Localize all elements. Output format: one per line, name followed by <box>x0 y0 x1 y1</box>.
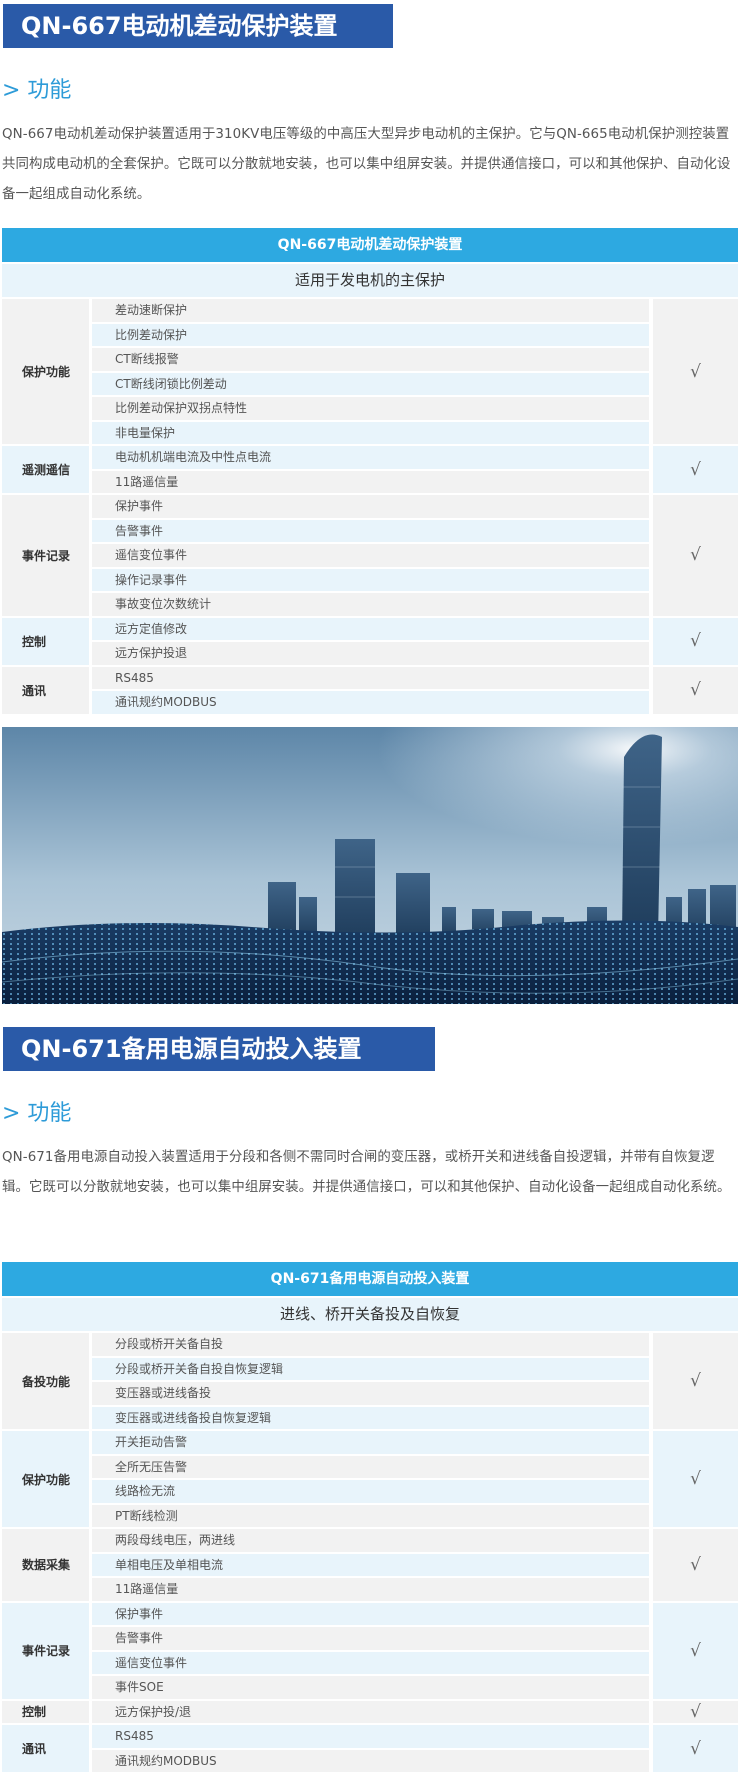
check-mark-icon: √ <box>653 299 738 444</box>
group-category: 事件记录 <box>2 495 89 616</box>
section2-function-heading: > 功能 <box>2 1101 72 1126</box>
group-item: 分段或桥开关备自投自恢复逻辑 <box>92 1357 649 1380</box>
check-mark-icon: √ <box>653 1529 738 1601</box>
group-item: 变压器或进线备投自恢复逻辑 <box>92 1406 649 1429</box>
section1-intro: QN-667电动机差动保护装置适用于310KV电压等级的中高压大型异步电动机的主… <box>2 127 731 202</box>
group-category: 通讯 <box>2 1725 89 1772</box>
table-group: 事件记录 保护事件 告警事件 遥信变位事件 操作记录事件 事故变位次数统计 √ <box>2 495 738 616</box>
section2-intro: QN-671备用电源自动投入装置适用于分段和各侧不需同时合闸的变压器，或桥开关和… <box>2 1150 731 1195</box>
group-item: 告警事件 <box>92 519 649 542</box>
city-skyline-illustration <box>2 727 738 1004</box>
check-mark-icon: √ <box>653 1333 738 1429</box>
section1-title-banner: QN-667电动机差动保护装置 <box>3 4 393 48</box>
group-category: 遥测遥信 <box>2 446 89 493</box>
table-group: 备投功能 分段或桥开关备自投 分段或桥开关备自投自恢复逻辑 变压器或进线备投 变… <box>2 1333 738 1429</box>
group-category: 保护功能 <box>2 1431 89 1527</box>
group-item: 电动机机端电流及中性点电流 <box>92 446 649 469</box>
group-item: 保护事件 <box>92 495 649 518</box>
group-item: 远方定值修改 <box>92 617 649 640</box>
group-item: 11路遥信量 <box>92 470 649 493</box>
section1-spec-table: QN-667电动机差动保护装置 适用于发电机的主保护 保护功能 差动速断保护 比… <box>2 228 738 714</box>
group-item: 远方保护投退 <box>92 642 649 665</box>
group-item: 通讯规约MODBUS <box>92 691 649 714</box>
group-category: 保护功能 <box>2 299 89 444</box>
group-category: 数据采集 <box>2 1529 89 1601</box>
check-mark-icon: √ <box>653 1431 738 1527</box>
group-item: 比例差动保护双拐点特性 <box>92 397 649 420</box>
table-subheader: 进线、桥开关备投及自恢复 <box>2 1298 738 1331</box>
city-skyline-image <box>2 727 738 1004</box>
check-mark-icon: √ <box>653 1700 738 1723</box>
table-group: 事件记录 保护事件 告警事件 遥信变位事件 事件SOE √ <box>2 1602 738 1699</box>
table-group: 保护功能 差动速断保护 比例差动保护 CT断线报警 CT断线闭锁比例差动 比例差… <box>2 299 738 444</box>
group-item: 开关拒动告警 <box>92 1431 649 1454</box>
table-group: 通讯 RS485 通讯规约MODBUS √ <box>2 1725 738 1772</box>
group-item: 事故变位次数统计 <box>92 593 649 616</box>
group-item: 分段或桥开关备自投 <box>92 1333 649 1356</box>
group-item: CT断线闭锁比例差动 <box>92 372 649 395</box>
group-item: 告警事件 <box>92 1627 649 1650</box>
group-item: 操作记录事件 <box>92 568 649 591</box>
section2-spec-table: QN-671备用电源自动投入装置 进线、桥开关备投及自恢复 备投功能 分段或桥开… <box>2 1262 738 1772</box>
group-item: 遥信变位事件 <box>92 1651 649 1674</box>
group-item: 线路检无流 <box>92 1480 649 1503</box>
table-group: 保护功能 开关拒动告警 全所无压告警 线路检无流 PT断线检测 √ <box>2 1431 738 1527</box>
group-category: 通讯 <box>2 666 89 714</box>
group-item: 保护事件 <box>92 1602 649 1625</box>
check-mark-icon: √ <box>653 1725 738 1772</box>
group-item: 比例差动保护 <box>92 323 649 346</box>
table-header: QN-667电动机差动保护装置 <box>2 228 738 262</box>
group-item: 差动速断保护 <box>92 299 649 322</box>
group-item: 通讯规约MODBUS <box>92 1749 649 1772</box>
group-item: RS485 <box>92 666 649 689</box>
table-group: 数据采集 两段母线电压，两进线 单相电压及单相电流 11路遥信量 √ <box>2 1529 738 1601</box>
group-item: 非电量保护 <box>92 421 649 444</box>
group-item: RS485 <box>92 1725 649 1748</box>
group-item: 事件SOE <box>92 1676 649 1699</box>
group-item: PT断线检测 <box>92 1504 649 1527</box>
section2-title-banner: QN-671备用电源自动投入装置 <box>3 1027 435 1071</box>
table-subheader: 适用于发电机的主保护 <box>2 264 738 297</box>
group-item: 遥信变位事件 <box>92 544 649 567</box>
check-mark-icon: √ <box>653 1602 738 1699</box>
group-item: 远方保护投/退 <box>92 1700 649 1723</box>
group-item: 全所无压告警 <box>92 1455 649 1478</box>
table-group: 遥测遥信 电动机机端电流及中性点电流 11路遥信量 √ <box>2 446 738 493</box>
group-category: 控制 <box>2 617 89 665</box>
check-mark-icon: √ <box>653 666 738 714</box>
group-category: 事件记录 <box>2 1602 89 1699</box>
table-group: 控制 远方保护投/退 √ <box>2 1700 738 1723</box>
check-mark-icon: √ <box>653 446 738 493</box>
group-item: 两段母线电压，两进线 <box>92 1529 649 1552</box>
group-item: 单相电压及单相电流 <box>92 1553 649 1576</box>
group-item: 11路遥信量 <box>92 1578 649 1601</box>
table-header: QN-671备用电源自动投入装置 <box>2 1262 738 1296</box>
section1-function-heading: > 功能 <box>2 78 72 103</box>
group-category: 控制 <box>2 1700 89 1723</box>
check-mark-icon: √ <box>653 495 738 616</box>
group-category: 备投功能 <box>2 1333 89 1429</box>
group-item: CT断线报警 <box>92 348 649 371</box>
table-group: 控制 远方定值修改 远方保护投退 √ <box>2 617 738 665</box>
group-item: 变压器或进线备投 <box>92 1382 649 1405</box>
check-mark-icon: √ <box>653 617 738 665</box>
table-group: 通讯 RS485 通讯规约MODBUS √ <box>2 666 738 714</box>
